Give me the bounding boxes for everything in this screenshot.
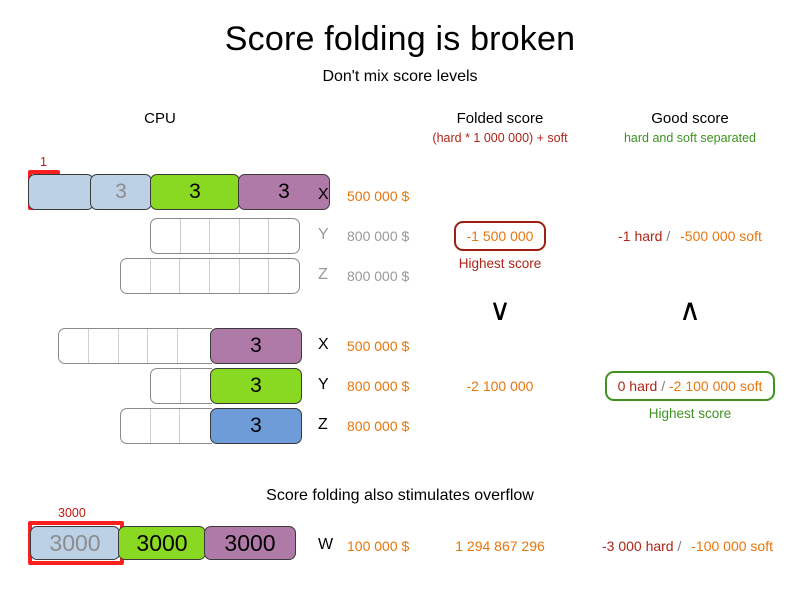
good-highest-label-group2: Highest score <box>648 406 732 421</box>
good-score-overflow: -3 000 hard / -100 000 soft <box>580 538 795 554</box>
folded-highest-label-group1: Highest score <box>458 256 542 271</box>
row-label-x-group2: X <box>318 336 329 353</box>
good-score-group1: -1 hard / -500 000 soft <box>595 228 785 244</box>
good-score-box-group2: 0 hard / -2 100 000 soft <box>604 371 776 401</box>
bar-row-w-overflow: 3000 3000 3000 <box>30 526 296 560</box>
page-subtitle: Don't mix score levels <box>322 68 478 85</box>
slide-canvas: Score folding is broken Don't mix score … <box>0 0 800 600</box>
row-label-x-group1: X <box>318 186 329 203</box>
bar-row-y-group1 <box>150 218 300 254</box>
row-label-z-group1: Z <box>318 266 328 283</box>
row-value-x-group2: 500 000 $ <box>347 338 410 354</box>
row-label-y-group2: Y <box>318 376 329 393</box>
good-separator-overflow: / <box>677 538 682 554</box>
folded-score-value-group1: -1 500 000 <box>453 221 547 251</box>
bar-empty-part-x-group2 <box>58 328 212 364</box>
bar-row-z-group2: 3 <box>120 408 302 444</box>
good-hard-overflow: -3 000 hard <box>601 538 674 554</box>
row-label-w-overflow: W <box>318 536 334 553</box>
good-soft-group1: -500 000 soft <box>680 228 762 244</box>
section-title-overflow: Score folding also stimulates overflow <box>266 487 534 504</box>
bar-segment-cpu-x2: 3 <box>90 174 152 210</box>
good-separator-group1: / <box>666 228 671 244</box>
folded-score-group1: -1 500 000 Highest score <box>390 221 610 271</box>
bar-row-y-group2: 3 <box>150 368 302 404</box>
good-soft-group2: -2 100 000 soft <box>668 378 763 394</box>
bar-segment-cpu-w2: 3000 <box>118 526 206 560</box>
bar-row-x-group2: 3 <box>58 328 302 364</box>
page-title: Score folding is broken <box>224 20 576 58</box>
bar-segment-fill-y-group2: 3 <box>210 368 302 404</box>
bar-segment-cpu-w3: 3000 <box>204 526 296 560</box>
good-score-group2: 0 hard / -2 100 000 soft Highest score <box>590 371 790 421</box>
folded-score-group2: -2 100 000 <box>466 378 534 394</box>
highlight-label-overflow: 3000 <box>58 506 86 520</box>
bar-segment-fill-x-group2: 3 <box>210 328 302 364</box>
good-separator-group2: / <box>661 378 666 394</box>
column-header-good: Good score <box>651 110 729 127</box>
bar-row-z-group1 <box>120 258 300 294</box>
good-hard-group1: -1 hard <box>618 228 663 244</box>
row-label-y-group1: Y <box>318 226 329 243</box>
bar-segment-cpu-x1 <box>28 174 94 210</box>
column-subtitle-good: hard and soft separated <box>623 131 757 145</box>
bar-segment-cpu-x3: 3 <box>150 174 240 210</box>
comparison-glyph-folded: ∨ <box>489 294 511 327</box>
row-label-z-group2: Z <box>318 416 328 433</box>
column-header-folded: Folded score <box>456 110 544 127</box>
bar-row-x-group1: 3 3 3 <box>28 174 330 210</box>
bar-segment-cpu-x4: 3 <box>238 174 330 210</box>
row-value-x-group1: 500 000 $ <box>347 188 410 204</box>
good-soft-overflow: -100 000 soft <box>691 538 773 554</box>
column-subtitle-folded: (hard * 1 000 000) + soft <box>432 131 568 145</box>
highlight-label-group1: 1 <box>40 155 47 169</box>
bar-empty-part-z-group2 <box>120 408 212 444</box>
bar-segment-fill-z-group2: 3 <box>210 408 302 444</box>
column-header-cpu: CPU <box>144 110 176 127</box>
comparison-glyph-good: ∧ <box>679 294 701 327</box>
bar-empty-part-y-group2 <box>150 368 212 404</box>
bar-segment-cpu-w1: 3000 <box>30 526 120 560</box>
folded-score-overflow: 1 294 867 296 <box>455 538 545 554</box>
good-hard-group2: 0 hard <box>617 378 658 394</box>
row-value-z-group2: 800 000 $ <box>347 418 410 434</box>
